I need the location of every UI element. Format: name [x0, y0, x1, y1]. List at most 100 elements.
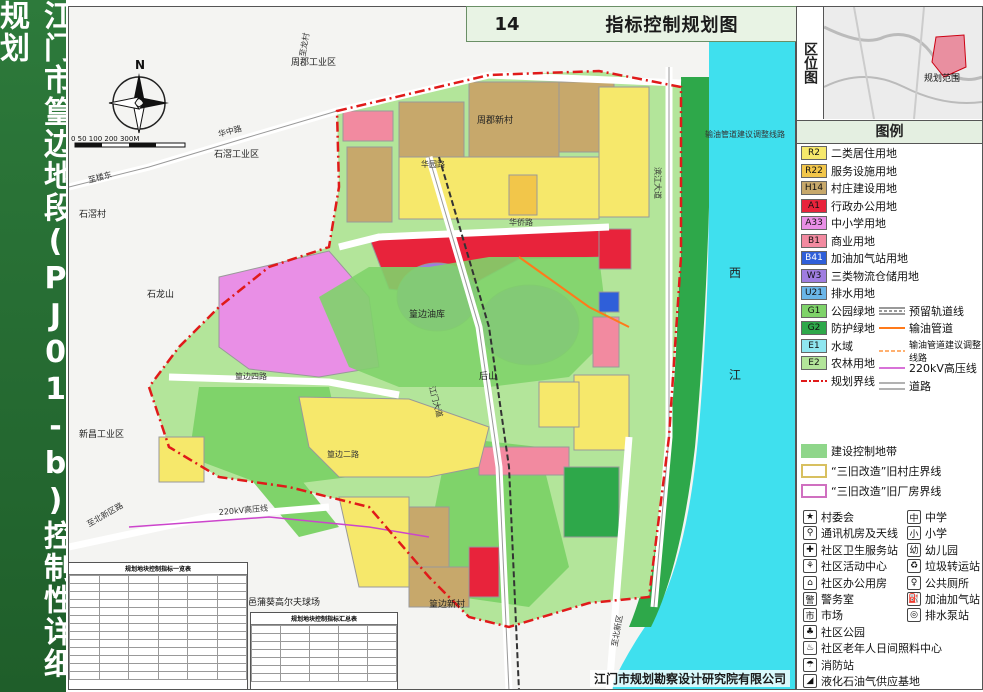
legend-symbol-item: ✚ 社区卫生服务站: [803, 542, 898, 558]
legend-item-a1: A1 行政办公用地: [801, 198, 897, 214]
legend-label: 建设控制地带: [831, 445, 897, 458]
symbol-icon: 幼: [907, 542, 921, 557]
legend-label: 防护绿地: [831, 322, 875, 335]
symbol-icon: ✚: [803, 542, 817, 557]
legend-label: 规划界线: [831, 374, 875, 388]
road-label: 输油管道建议调整线路: [705, 129, 785, 139]
place-label: 石滘工业区: [214, 149, 259, 160]
legend-label: 加油加气站: [925, 593, 980, 606]
road-label: 华侨路: [509, 217, 533, 227]
legend-label: 村委会: [821, 511, 854, 524]
legend-swatch: W3: [801, 268, 827, 283]
legend-line-item: 输油管道: [879, 320, 953, 336]
legend-label: 输油管道: [909, 322, 953, 335]
legend-line-item: 道路: [879, 378, 931, 394]
legend-label: 警务室: [821, 593, 854, 606]
scale-label: 0 50 100 200 300M: [71, 135, 139, 143]
legend-swatch: U21: [801, 286, 827, 300]
legend-item-a33: A33 中小学用地: [801, 215, 886, 231]
legend-label: 中小学用地: [831, 217, 886, 230]
legend-symbol-item: 小小学: [907, 525, 947, 541]
symbol-icon: 小: [907, 526, 921, 541]
legend-title: 图例: [797, 120, 982, 144]
legend-label: 二类居住用地: [831, 147, 897, 160]
legend-label: 排水泵站: [925, 609, 969, 623]
legend-label: 消防站: [821, 658, 854, 672]
road-label: 华园路: [421, 159, 445, 169]
summary-table: 规划地块控制指标汇总表: [250, 612, 398, 690]
legend-label: 液化石油气供应基地: [821, 675, 920, 688]
legend-label: 通讯机房及天线: [821, 527, 898, 541]
legend-item-u21: U21 排水用地: [801, 285, 875, 301]
legend-symbol-item: ⚘ 社区活动中心: [803, 558, 887, 574]
legend-label: 社区卫生服务站: [821, 543, 898, 557]
legend-item-boundary: 规划界线: [801, 373, 875, 389]
legend-line-icon: [879, 307, 905, 314]
legend-symbol-item: 幼幼儿园: [907, 542, 958, 558]
legend-zone-item: “三旧改造”旧厂房界线: [801, 483, 941, 499]
legend-line-icon: [879, 367, 905, 369]
location-inset-map: 规划范围: [824, 7, 982, 119]
sheet-title: 指标控制规划图: [605, 15, 739, 36]
road-label: 滨江大道: [653, 167, 663, 199]
legend-item-e2: E2 农林用地: [801, 355, 875, 371]
legend-line-item: 220kV高压线: [879, 360, 977, 376]
place-label: 石滘村: [79, 208, 106, 220]
legend-label: 社区活动中心: [821, 560, 887, 574]
road-label: 篁边二路: [327, 449, 359, 459]
legend-label: 排水用地: [831, 287, 875, 300]
legend-zone-item: “三旧改造”旧村庄界线: [801, 463, 941, 479]
legend-label: 农林用地: [831, 357, 875, 370]
legend-label: “三旧改造”旧村庄界线: [831, 465, 942, 478]
legend-line-icon: [879, 349, 905, 352]
legend-symbol-item: ⌂ 社区办公用房: [803, 575, 887, 591]
legend-label: 道路: [909, 379, 931, 393]
legend-swatch: E1: [801, 338, 827, 353]
legend-label: 社区办公用房: [821, 576, 887, 590]
legend-swatch: B41: [801, 251, 827, 265]
symbol-icon: 警: [803, 592, 817, 606]
legend-symbol-item: ☂ 消防站: [803, 657, 854, 673]
symbol-icon: ☂: [803, 657, 817, 672]
symbol-icon: 市: [803, 608, 817, 623]
legend-swatch: R2: [801, 146, 827, 160]
place-label: 周郡工业区: [291, 57, 336, 68]
legend-item-e1: E1 水域: [801, 338, 853, 354]
legend-label: 水域: [831, 339, 853, 353]
symbol-icon: ♀: [907, 575, 921, 590]
legend-label: 小学: [925, 527, 947, 541]
legend-line-item: 预留轨道线: [879, 303, 964, 319]
legend-symbol-item: ♨ 社区老年人日间照料中心: [803, 640, 942, 656]
sheet-number: 14: [494, 13, 520, 35]
place-label: 后山: [479, 371, 497, 382]
legend-label: 预留轨道线: [909, 304, 964, 318]
map-header: 14 指标控制规划图: [466, 6, 798, 42]
legend-label: 社区老年人日间照料中心: [821, 642, 942, 656]
control-index-table: 规划地块控制指标一览表: [68, 562, 248, 690]
inset-label: 区位图: [797, 7, 824, 119]
legend-symbol-item: ⛽ 加油加气站: [907, 591, 980, 607]
legend-swatch: R22: [801, 163, 827, 178]
legend-label: “三旧改造”旧厂房界线: [831, 485, 942, 498]
north-label: N: [135, 58, 145, 72]
legend-swatch: [801, 464, 827, 478]
legend-label: 市场: [821, 609, 843, 623]
legend-item-g2: G2 防护绿地: [801, 320, 875, 336]
document-title: 江门市篁边地段(PJ01-b)控制性详细规划: [0, 0, 73, 680]
place-label: 新昌工业区: [79, 428, 124, 440]
legend-symbol-item: ⚲ 通讯机房及天线: [803, 525, 898, 541]
symbol-icon: ◢: [803, 674, 817, 688]
table-title: 规划地块控制指标一览表: [69, 563, 247, 575]
legend-line-icon: [879, 327, 905, 329]
legend-label: 220kV高压线: [909, 362, 977, 376]
legend-symbol-item: ◢ 液化石油气供应基地: [803, 673, 920, 689]
inset-svg: [824, 7, 982, 119]
legend-label: 村庄建设用地: [831, 182, 897, 195]
inset-range-label: 规划范围: [924, 74, 961, 84]
legend-label: 幼儿园: [925, 543, 958, 557]
legend-line-icon: [879, 382, 905, 390]
legend-swatch: B1: [801, 233, 827, 248]
place-label: 周郡新村: [477, 114, 513, 126]
legend-label: 商业用地: [831, 234, 875, 248]
legend-symbol-item: 中中学: [907, 509, 947, 525]
